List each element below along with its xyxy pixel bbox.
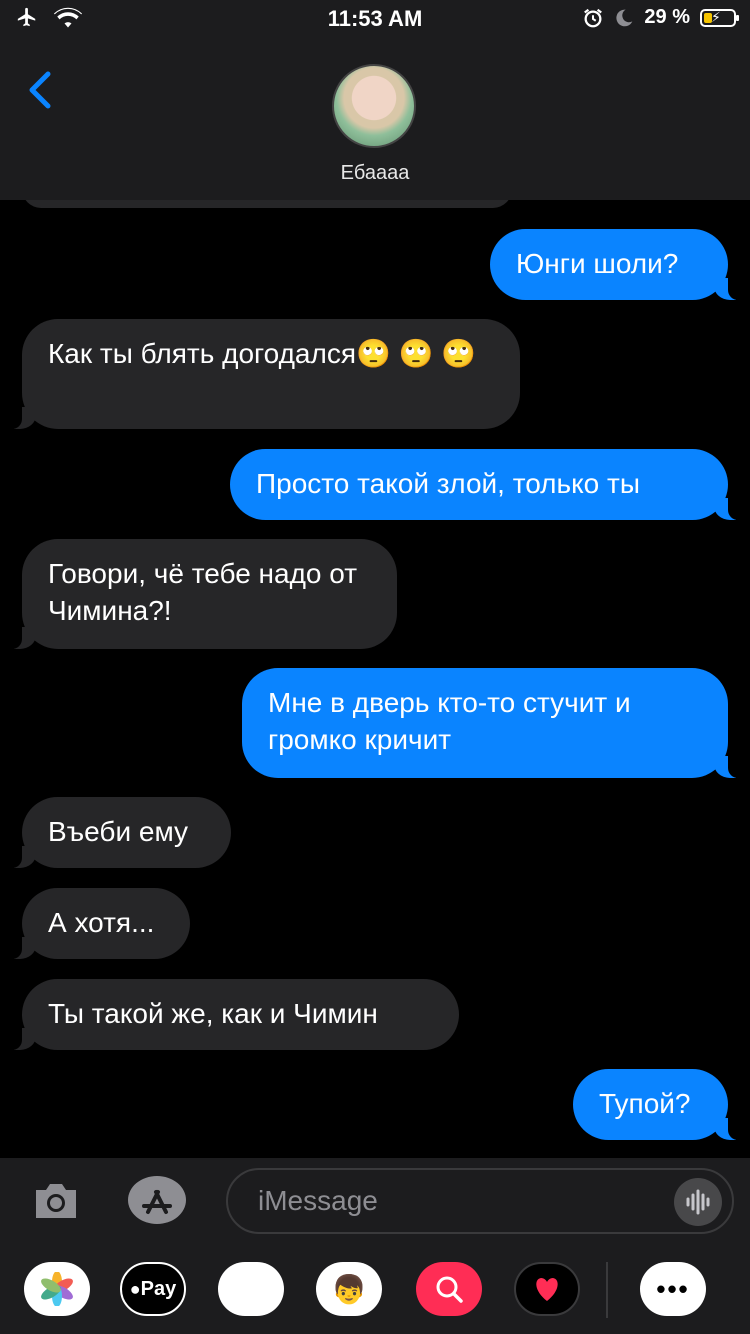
contact-avatar[interactable] xyxy=(332,64,416,148)
message-bubble-sent[interactable]: Тупой? xyxy=(573,1069,750,1140)
web-search-icon[interactable] xyxy=(416,1262,482,1316)
moon-icon xyxy=(616,9,633,26)
message-text: Мне в дверь кто-то стучит и громко кричи… xyxy=(268,687,631,755)
message-bubble-sent[interactable]: Мне в дверь кто-то стучит и громко кричи… xyxy=(242,668,750,778)
message-text: Юнги шоли? xyxy=(516,248,679,279)
contact-name[interactable]: Ебаааа xyxy=(0,162,750,185)
apple-pay-icon[interactable]: ● Pay xyxy=(120,1262,186,1316)
app-drawer-divider xyxy=(606,1262,608,1318)
battery-icon: ⚡ xyxy=(700,8,739,27)
status-bar: 11:53 AM 29 % ⚡ xyxy=(0,0,750,40)
message-text: Говори, чё тебе надо от Чимина?! xyxy=(48,558,358,626)
camera-icon[interactable] xyxy=(32,1178,80,1222)
message-bubble-received[interactable]: Как ты блять догодался🙄 🙄 🙄 xyxy=(0,319,520,429)
message-composer: ●Pay 🐵 👦 ••• xyxy=(0,1158,750,1334)
message-bubble-received[interactable]: А хотя... xyxy=(0,888,190,959)
memoji-icon[interactable]: 👦 xyxy=(316,1262,382,1316)
app-drawer: ● Pay 🐵 👦 ••• xyxy=(0,1262,750,1322)
imessage-input-field[interactable] xyxy=(226,1168,734,1234)
battery-percent: 29 % xyxy=(644,6,690,28)
back-chevron-icon[interactable] xyxy=(24,70,60,110)
message-bubble-received[interactable]: Ты такой же, как и Чимин xyxy=(0,979,459,1050)
digital-touch-icon[interactable] xyxy=(514,1262,580,1316)
message-text: Как ты блять догодался🙄 🙄 🙄 xyxy=(48,338,477,369)
message-text: Просто такой злой, только ты xyxy=(256,468,640,499)
app-store-icon[interactable] xyxy=(128,1176,186,1224)
more-apps-icon[interactable]: ••• xyxy=(640,1262,706,1316)
message-text: Ты такой же, как и Чимин xyxy=(48,998,378,1029)
message-text: Тупой? xyxy=(599,1088,691,1119)
status-right: 29 % ⚡ xyxy=(582,6,739,29)
animoji-icon[interactable]: 🐵 xyxy=(218,1262,284,1316)
imessage-input[interactable] xyxy=(256,1180,640,1222)
message-bubble-sent[interactable]: Юнги шоли? xyxy=(490,229,750,300)
alarm-icon xyxy=(584,8,603,27)
audio-record-icon[interactable] xyxy=(674,1178,722,1226)
message-text: А хотя... xyxy=(48,907,155,938)
photos-icon[interactable] xyxy=(24,1262,90,1316)
message-bubble-sent[interactable]: Просто такой злой, только ты xyxy=(230,449,750,520)
message-bubble-received[interactable]: Въеби ему xyxy=(0,797,231,868)
message-bubble-received[interactable]: Говори, чё тебе надо от Чимина?! xyxy=(0,539,397,649)
message-text: Въеби ему xyxy=(48,816,189,847)
